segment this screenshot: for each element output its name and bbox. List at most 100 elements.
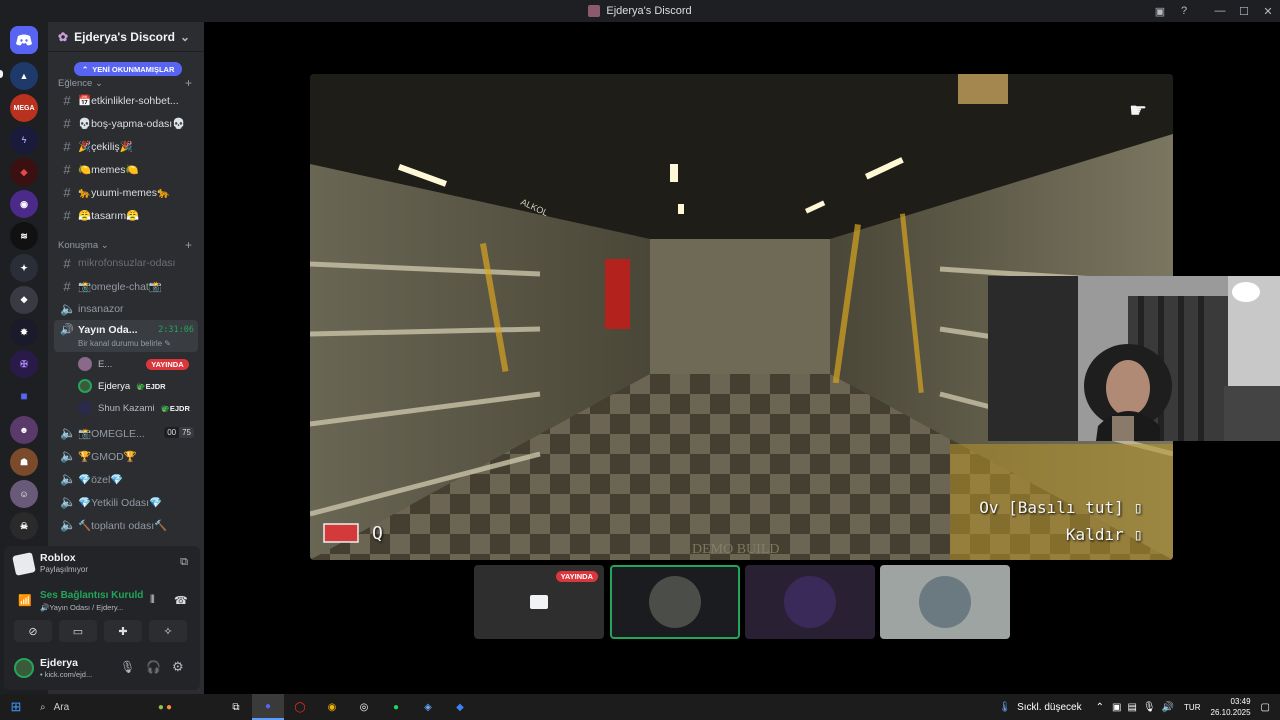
volume-icon[interactable]: 🔊 (1162, 702, 1174, 713)
minimize-button[interactable]: — (1208, 0, 1232, 22)
active-voice-channel[interactable]: 🔊 Yayın Oda... 2:31:06 Bir kanal durumu … (54, 320, 198, 352)
channel-memes[interactable]: # 🍋memes🍋 (54, 159, 198, 179)
headphones-icon[interactable]: 🎧 (146, 660, 161, 674)
user-status: • kick.com/ejd... (40, 670, 93, 679)
participant-tile-shun[interactable] (745, 565, 875, 639)
server-icon-megabonk[interactable]: MEGA (10, 94, 38, 122)
activities-button[interactable]: ✚ (104, 620, 142, 642)
soundboard-button[interactable]: ✧ (149, 620, 187, 642)
demo-watermark: DEMO BUILD (692, 542, 780, 557)
server-icon-4[interactable]: ◆ (10, 158, 38, 186)
server-icon-1[interactable]: ▲ (10, 62, 38, 90)
share-screen-icon[interactable]: ⧉ (180, 556, 188, 569)
help-icon[interactable]: ? (1172, 0, 1196, 22)
steam-icon[interactable]: ◈ (412, 694, 444, 720)
channel-tasarim[interactable]: # 😤tasarım😤 (54, 205, 198, 225)
settings-gear-icon[interactable]: ⚙ (172, 659, 184, 675)
folder-icon[interactable]: ■ (10, 382, 38, 410)
hash-icon: # (63, 92, 71, 108)
participant-tile-4[interactable] (880, 565, 1010, 639)
user-panel: Roblox Paylaşılmıyor ⧉ 📶 Ses Bağlantısı … (4, 546, 200, 690)
windows-start-icon[interactable]: ⊞ (0, 694, 32, 720)
server-icon-12[interactable]: ☻ (10, 416, 38, 444)
server-header[interactable]: ✿ Ejderya's Discord ⌄ (48, 22, 204, 52)
participant-tile-stream[interactable]: YAYINDA (474, 565, 604, 639)
server-icon-9[interactable]: ✸ (10, 318, 38, 346)
server-icon-5[interactable]: ◉ (10, 190, 38, 218)
camera-off-button[interactable]: ⊘ (14, 620, 52, 642)
server-icon-15[interactable]: ☠ (10, 512, 38, 540)
close-button[interactable]: ✕ (1256, 0, 1280, 22)
server-icon-6[interactable]: ≋ (10, 222, 38, 250)
inbox-icon[interactable]: ▣ (1148, 0, 1172, 22)
channel-yetkili[interactable]: 🔈 💎Yetkili Odası💎 (54, 492, 198, 512)
clock-time: 03:49 (1230, 697, 1251, 706)
spotify-icon[interactable]: ● (380, 694, 412, 720)
channel-status[interactable]: Bir kanal durumu belirle ✎ (78, 339, 171, 348)
noise-suppression-icon[interactable]: ⦀ (150, 594, 155, 607)
maximize-button[interactable]: ☐ (1232, 0, 1256, 22)
server-icon-8[interactable]: ❖ (10, 286, 38, 314)
channel-toplanti[interactable]: 🔈 🔨toplantı odası🔨 (54, 515, 198, 535)
channel-gmod[interactable]: 🔈 🏆GMOD🏆 (54, 446, 198, 466)
channel-bos-yapma[interactable]: # 💀boş-yapma-odası💀 (54, 113, 198, 133)
window-title: Ejderya's Discord (606, 5, 692, 17)
channel-omegle-voice[interactable]: 🔈 📸OMEGLE... 00 75 (54, 423, 198, 443)
screen-share-button[interactable]: ▭ (59, 620, 97, 642)
webcam-overlay (988, 276, 1280, 441)
channel-yuumi-memes[interactable]: # 🐆yuumi-memes🐆 (54, 182, 198, 202)
weather-text[interactable]: Sıckl. düşecek (1017, 702, 1081, 713)
opera-icon[interactable]: ◯ (284, 694, 316, 720)
speaker-icon: 🔈 (60, 471, 77, 486)
microphone-tray-icon[interactable]: 🎙 (1143, 702, 1156, 713)
channel-omegle-chat[interactable]: # 📸omegle-chat📸 (54, 276, 198, 296)
server-icon-13[interactable]: ☗ (10, 448, 38, 476)
add-channel-icon[interactable]: + (185, 238, 192, 252)
server-icon-3[interactable]: ϟ (10, 126, 38, 154)
channel-label: 📅etkinlikler-sohbet... (78, 94, 179, 107)
language-indicator[interactable]: TUR (1184, 703, 1200, 712)
add-channel-icon[interactable]: + (185, 76, 192, 90)
category-eglence[interactable]: Eğlence ⌄ (58, 78, 103, 89)
chevron-down-icon[interactable]: ⌄ (180, 30, 190, 44)
discord-taskbar-icon[interactable]: ● (252, 694, 284, 720)
avatar (784, 576, 836, 628)
disconnect-icon[interactable]: ☎ (174, 594, 188, 607)
participant-tile-ejderya[interactable] (610, 565, 740, 639)
chevron-up-icon[interactable]: ⌃ (1096, 702, 1104, 713)
task-view-icon[interactable]: ⧉ (220, 694, 252, 720)
avatar (78, 401, 92, 415)
search-icon: ⌕ (40, 701, 46, 713)
voice-user-streamer[interactable]: E... YAYINDA (78, 355, 189, 373)
channel-label: 🍋memes🍋 (78, 163, 139, 176)
clock[interactable]: 03:49 26.10.2025 (1211, 696, 1251, 718)
category-konusma[interactable]: Konuşma ⌄ (58, 240, 109, 251)
channel-mikrofonsuzlar[interactable]: # mikrofonsuzlar-odası (54, 253, 198, 273)
category-label: Eğlence (58, 78, 93, 89)
server-icon-7[interactable]: ✦ (10, 254, 38, 282)
voice-user-shun[interactable]: Shun Kazami 🐲EJDR (78, 399, 190, 417)
avatar (919, 576, 971, 628)
tray-icon[interactable]: ▣ (1112, 702, 1121, 713)
unread-messages-pill[interactable]: ⌃ YENİ OKUNMAMIŞLAR (74, 62, 183, 76)
channel-etkinlikler[interactable]: # 📅etkinlikler-sohbet... (54, 90, 198, 110)
server-icon-10[interactable]: ✠ (10, 350, 38, 378)
notifications-icon[interactable]: ▢ (1261, 702, 1270, 713)
channel-insanazor[interactable]: 🔈 insanazor (54, 299, 198, 319)
roblox-taskbar-icon[interactable]: ◆ (444, 694, 476, 720)
channel-cekilis[interactable]: # 🎉çekiliş🎉 (54, 136, 198, 156)
chrome-icon[interactable]: ◉ (316, 694, 348, 720)
server-icon-14[interactable]: ☺ (10, 480, 38, 508)
live-badge: YAYINDA (555, 571, 598, 582)
microphone-icon[interactable]: 🎙 (120, 660, 135, 674)
discord-home-icon[interactable] (10, 26, 38, 54)
voice-user-ejderya[interactable]: Ejderya 🐲EJDR (78, 377, 166, 395)
hud-lift-hint: Kaldır ▯ (1066, 525, 1143, 544)
github-icon[interactable]: ◎ (348, 694, 380, 720)
user-avatar[interactable] (14, 658, 34, 678)
network-icon[interactable]: ▤ (1127, 702, 1136, 713)
channel-ozel[interactable]: 🔈 💎özel💎 (54, 469, 198, 489)
taskbar-search[interactable]: ⌕ Ara ● ● (32, 694, 172, 720)
hud-hold-label: Ov [Basılı tut] (979, 498, 1124, 517)
user-count: 00 (164, 427, 180, 438)
